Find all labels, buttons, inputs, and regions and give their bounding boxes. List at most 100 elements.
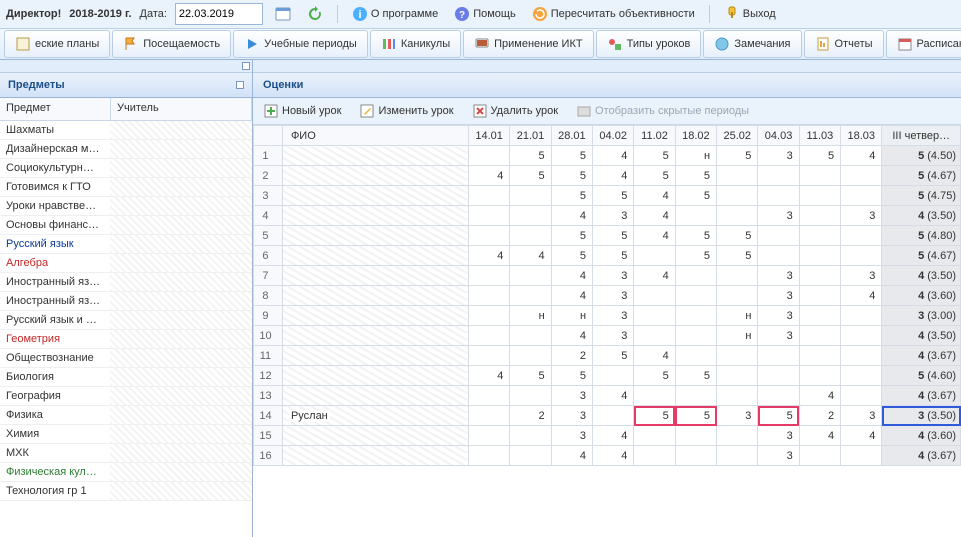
grade-cell[interactable]: 5 (758, 406, 799, 426)
grade-cell[interactable]: 5 (593, 226, 634, 246)
subject-row[interactable]: Обществознание (0, 349, 252, 368)
grade-cell[interactable]: н (510, 306, 551, 326)
grade-cell[interactable]: 4 (593, 166, 634, 186)
grade-cell[interactable]: 4 (634, 346, 675, 366)
grade-cell[interactable] (841, 246, 882, 266)
grade-cell[interactable] (510, 386, 551, 406)
help-button[interactable]: ?Помощь (450, 3, 520, 25)
grade-cell[interactable] (841, 186, 882, 206)
grade-cell[interactable]: 3 (758, 146, 799, 166)
date-picker-button[interactable] (271, 3, 295, 25)
subject-row[interactable]: Шахматы (0, 121, 252, 140)
tab-reports[interactable]: Отчеты (804, 30, 884, 58)
grade-cell[interactable] (799, 306, 840, 326)
grade-cell[interactable]: 4 (510, 246, 551, 266)
grade-cell[interactable]: н (551, 306, 592, 326)
grade-cell[interactable] (841, 366, 882, 386)
tab-holidays[interactable]: Каникулы (370, 30, 461, 58)
grade-cell[interactable] (675, 426, 716, 446)
fio-header[interactable]: ФИО (282, 126, 468, 146)
grade-cell[interactable]: 3 (551, 406, 592, 426)
panel-collapse-icon[interactable] (236, 81, 244, 89)
grade-row[interactable]: 15343444 (3.60) (254, 426, 961, 446)
subject-row[interactable]: Технология гр 1 (0, 482, 252, 501)
grade-cell[interactable]: 5 (510, 146, 551, 166)
grade-cell[interactable]: 5 (634, 166, 675, 186)
grade-row[interactable]: 14Руслан235535233 (3.50) (254, 406, 961, 426)
grade-cell[interactable] (468, 446, 509, 466)
grade-row[interactable]: 4434334 (3.50) (254, 206, 961, 226)
edit-lesson-button[interactable]: Изменить урок (355, 101, 457, 121)
grade-cell[interactable] (634, 306, 675, 326)
subject-row[interactable]: Готовимся к ГТО (0, 178, 252, 197)
grade-cell[interactable]: 3 (758, 446, 799, 466)
new-lesson-button[interactable]: Новый урок (259, 101, 345, 121)
tab-schedule[interactable]: Расписание (886, 30, 961, 58)
grade-cell[interactable]: 5 (551, 366, 592, 386)
tab-notes[interactable]: Замечания (703, 30, 801, 58)
tab-lesson-types[interactable]: Типы уроков (596, 30, 702, 58)
grade-cell[interactable]: 3 (551, 386, 592, 406)
grade-cell[interactable]: 4 (468, 366, 509, 386)
grade-cell[interactable]: 4 (841, 426, 882, 446)
date-column[interactable]: 18.02 (675, 126, 716, 146)
subject-row[interactable]: Алгебра (0, 254, 252, 273)
date-column[interactable]: 11.02 (634, 126, 675, 146)
subject-row[interactable]: Социокультурн… (0, 159, 252, 178)
grade-cell[interactable]: 4 (841, 286, 882, 306)
grade-cell[interactable]: 3 (593, 286, 634, 306)
grade-cell[interactable] (758, 166, 799, 186)
grade-cell[interactable]: 4 (468, 166, 509, 186)
grade-cell[interactable] (634, 386, 675, 406)
grade-cell[interactable]: 2 (799, 406, 840, 426)
grade-cell[interactable] (841, 346, 882, 366)
date-column[interactable]: 14.01 (468, 126, 509, 146)
grade-cell[interactable]: н (675, 146, 716, 166)
subject-row[interactable]: Иностранный яз… (0, 273, 252, 292)
grade-cell[interactable]: 4 (551, 206, 592, 226)
grade-cell[interactable]: 3 (593, 326, 634, 346)
grade-cell[interactable] (841, 326, 882, 346)
subject-row[interactable]: Биология (0, 368, 252, 387)
grade-cell[interactable] (468, 146, 509, 166)
grade-cell[interactable] (799, 206, 840, 226)
grade-cell[interactable]: 5 (634, 146, 675, 166)
grade-cell[interactable] (634, 286, 675, 306)
grade-cell[interactable]: 4 (551, 326, 592, 346)
grade-cell[interactable] (510, 266, 551, 286)
grade-cell[interactable]: 3 (758, 326, 799, 346)
grade-cell[interactable] (717, 426, 758, 446)
grade-cell[interactable] (799, 366, 840, 386)
subject-row[interactable]: Физика (0, 406, 252, 425)
tab-plans[interactable]: еские планы (4, 30, 110, 58)
grade-cell[interactable]: 3 (841, 406, 882, 426)
grade-cell[interactable] (841, 226, 882, 246)
grade-cell[interactable] (510, 206, 551, 226)
grade-cell[interactable]: 4 (634, 226, 675, 246)
grade-cell[interactable]: 5 (675, 166, 716, 186)
grade-cell[interactable] (717, 286, 758, 306)
grade-cell[interactable] (717, 166, 758, 186)
grade-row[interactable]: 15545н53545 (4.50) (254, 146, 961, 166)
date-column[interactable]: 18.03 (841, 126, 882, 146)
grade-cell[interactable] (675, 386, 716, 406)
grade-cell[interactable] (675, 286, 716, 306)
subject-row[interactable]: Дизайнерская м… (0, 140, 252, 159)
grade-cell[interactable] (799, 186, 840, 206)
grade-cell[interactable] (634, 426, 675, 446)
grade-cell[interactable]: 4 (634, 186, 675, 206)
grade-cell[interactable] (510, 226, 551, 246)
grade-cell[interactable]: 5 (510, 166, 551, 186)
tab-ikt[interactable]: Применение ИКТ (463, 30, 593, 58)
grade-cell[interactable] (468, 326, 509, 346)
grade-cell[interactable]: 4 (634, 206, 675, 226)
grade-cell[interactable]: н (717, 306, 758, 326)
grade-cell[interactable]: 5 (717, 146, 758, 166)
grade-cell[interactable]: 3 (758, 206, 799, 226)
grade-cell[interactable]: 5 (634, 366, 675, 386)
grade-cell[interactable] (799, 346, 840, 366)
subject-row[interactable]: Химия (0, 425, 252, 444)
subjects-col-teacher[interactable]: Учитель (111, 98, 252, 120)
date-column[interactable]: 21.01 (510, 126, 551, 146)
grade-cell[interactable]: 4 (468, 246, 509, 266)
